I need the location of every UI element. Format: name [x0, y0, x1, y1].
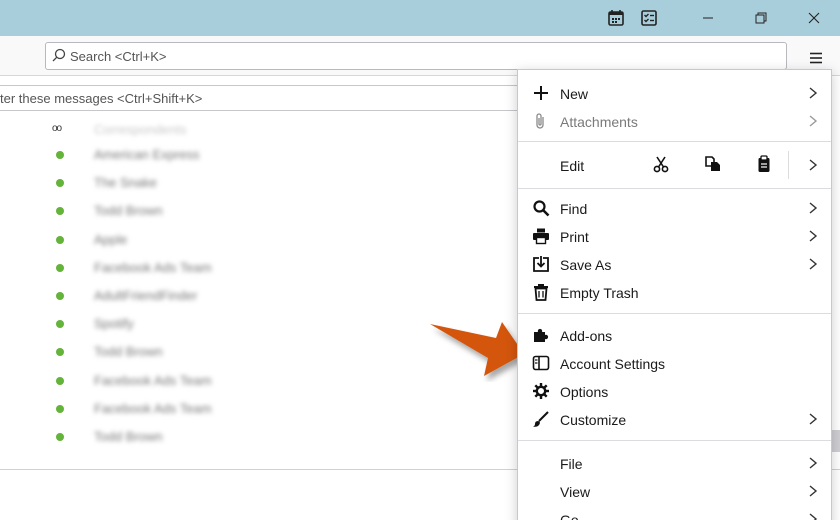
- trash-icon: [531, 282, 551, 302]
- correspondents-column-header[interactable]: Correspondents: [94, 122, 187, 137]
- menu-item-options[interactable]: Options: [518, 377, 831, 405]
- menu-item-label: Customize: [560, 412, 627, 428]
- search-box[interactable]: [45, 42, 787, 70]
- close-icon[interactable]: [792, 0, 836, 36]
- title-bar: [0, 0, 840, 36]
- menu-item-save-as[interactable]: Save As: [518, 250, 831, 278]
- search-icon: [52, 48, 66, 65]
- cut-button[interactable]: [649, 153, 673, 177]
- menu-item-go[interactable]: Go: [518, 505, 831, 520]
- unread-dot-icon[interactable]: [56, 433, 64, 441]
- chevron-right-icon: [809, 457, 818, 469]
- scrollbar-thumb[interactable]: [832, 430, 840, 452]
- message-sender: Todd Brown: [94, 203, 163, 219]
- read-status-column-icon[interactable]: oo: [52, 123, 62, 134]
- menu-item-label: Go: [560, 512, 579, 520]
- menu-item-label: Save As: [560, 257, 612, 273]
- menu-item-label: Add-ons: [560, 328, 613, 344]
- calendar-icon[interactable]: [605, 0, 627, 36]
- menu-item-label: New: [560, 86, 589, 102]
- message-sender: Facebook Ads Team: [94, 259, 212, 275]
- maximize-icon[interactable]: [738, 0, 784, 36]
- chevron-right-icon: [809, 485, 818, 497]
- menu-item-label: Options: [560, 384, 609, 400]
- printer-icon: [531, 226, 551, 246]
- paperclip-icon: [531, 111, 551, 131]
- puzzle-icon: [531, 325, 551, 345]
- chevron-right-icon: [809, 413, 818, 425]
- search-input[interactable]: [70, 48, 786, 64]
- annotation-arrow: [430, 322, 524, 376]
- gear-icon: [531, 381, 551, 401]
- scissors-icon: [652, 155, 670, 176]
- menu-item-label: Account Settings: [560, 356, 666, 372]
- message-sender: Facebook Ads Team: [94, 372, 212, 388]
- menu-item-find[interactable]: Find: [518, 194, 831, 222]
- magnifier-icon: [531, 198, 551, 218]
- unread-dot-icon[interactable]: [56, 179, 64, 188]
- menu-item-label: Attachments: [560, 114, 638, 130]
- chevron-right-icon: [809, 258, 818, 270]
- clipboard-icon: [755, 154, 773, 176]
- message-sender: Apple: [94, 231, 128, 247]
- menu-item-view[interactable]: View: [518, 477, 831, 505]
- menu-item-label: Empty Trash: [560, 285, 639, 301]
- unread-dot-icon[interactable]: [56, 348, 64, 357]
- account-settings-icon: [531, 353, 551, 373]
- menu-item-attachments: Attachments: [518, 107, 831, 135]
- chevron-right-icon[interactable]: [807, 158, 819, 172]
- edit-divider: [788, 151, 789, 179]
- message-sender: American Express: [94, 147, 200, 162]
- menu-item-label: Find: [560, 201, 588, 217]
- message-sender: Todd Brown: [94, 429, 163, 444]
- unread-dot-icon[interactable]: [56, 376, 64, 385]
- menu-item-label: View: [560, 484, 591, 500]
- message-sender: The Snake: [94, 175, 157, 191]
- menu-item-label: Print: [560, 229, 589, 245]
- copy-icon: [704, 155, 722, 176]
- unread-dot-icon[interactable]: [56, 292, 64, 300]
- menu-item-empty-trash[interactable]: Empty Trash: [518, 278, 831, 306]
- copy-button[interactable]: [701, 153, 725, 177]
- chevron-right-icon: [809, 115, 818, 127]
- menu-item-file[interactable]: File: [518, 449, 831, 477]
- message-sender: AdultFriendFinder: [94, 288, 198, 303]
- unread-dot-icon[interactable]: [56, 263, 64, 272]
- menu-item-customize[interactable]: Customize: [518, 405, 831, 433]
- menu-separator: [518, 141, 831, 142]
- chevron-right-icon: [809, 513, 818, 520]
- quick-filter-input[interactable]: [0, 90, 539, 106]
- message-sender: Todd Brown: [94, 344, 163, 360]
- menu-item-label: Edit: [560, 158, 585, 174]
- menu-edit-row: Edit: [518, 148, 831, 182]
- paintbrush-icon: [531, 409, 551, 429]
- quick-filter-bar: [0, 85, 540, 111]
- chevron-right-icon: [809, 87, 818, 99]
- save-icon: [531, 254, 551, 274]
- unread-dot-icon[interactable]: [56, 207, 64, 216]
- unread-dot-icon[interactable]: [56, 404, 64, 413]
- tasks-icon[interactable]: [638, 0, 660, 36]
- menu-item-addons[interactable]: Add-ons: [518, 321, 831, 349]
- menu-item-account-settings[interactable]: Account Settings: [518, 349, 831, 377]
- minimize-icon[interactable]: [686, 0, 730, 36]
- unread-dot-icon[interactable]: [56, 320, 64, 329]
- menu-item-label: File: [560, 456, 583, 472]
- unread-dot-icon[interactable]: [56, 235, 64, 244]
- chevron-right-icon: [809, 202, 818, 214]
- hamburger-icon: [808, 50, 824, 69]
- unread-dot-icon[interactable]: [56, 151, 64, 159]
- menu-item-new[interactable]: New: [518, 79, 831, 107]
- message-sender: Spotify: [94, 316, 134, 332]
- message-sender: Facebook Ads Team: [94, 400, 212, 416]
- app-menu-panel: New Attachments Edit Find Print Save As …: [517, 69, 832, 520]
- menu-separator: [518, 313, 831, 314]
- plus-icon: [531, 83, 551, 103]
- menu-item-print[interactable]: Print: [518, 222, 831, 250]
- paste-button[interactable]: [752, 153, 776, 177]
- menu-separator: [518, 188, 831, 189]
- chevron-right-icon: [809, 230, 818, 242]
- menu-separator: [518, 440, 831, 441]
